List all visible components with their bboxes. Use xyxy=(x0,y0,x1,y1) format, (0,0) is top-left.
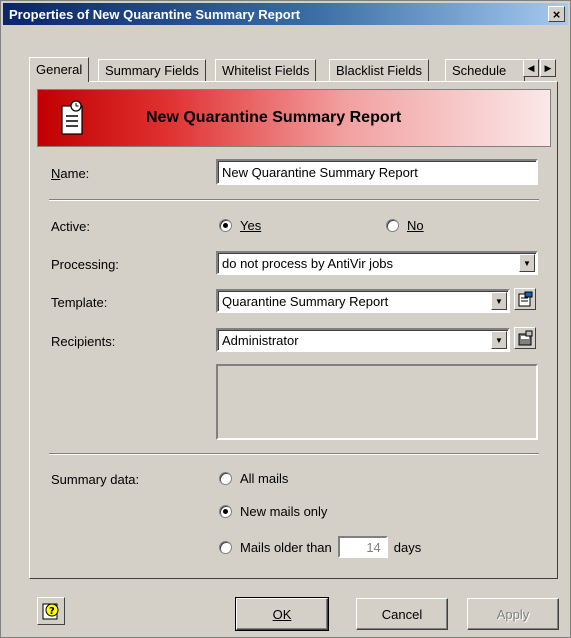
tab-scroll-left-button[interactable]: ◀ xyxy=(523,59,539,77)
template-properties-button[interactable] xyxy=(514,288,536,310)
help-button[interactable]: ? xyxy=(37,597,65,625)
recipients-value: Administrator xyxy=(222,333,299,348)
active-yes-label: Yes xyxy=(240,218,262,233)
tab-general[interactable]: General xyxy=(29,57,90,82)
summary-new-mails-radio[interactable]: New mails only xyxy=(219,504,327,519)
recipients-list[interactable] xyxy=(216,364,538,440)
properties-icon xyxy=(518,291,533,307)
name-label-rest: ame: xyxy=(60,166,90,181)
tab-label: Summary Fields xyxy=(105,63,199,78)
help-icon: ? xyxy=(42,603,59,620)
template-label: Template: xyxy=(51,295,108,310)
svg-text:?: ? xyxy=(49,606,55,617)
properties-dialog: Properties of New Quarantine Summary Rep… xyxy=(0,0,571,638)
tab-label: Schedule xyxy=(452,63,507,78)
chevron-down-icon[interactable]: ▼ xyxy=(519,254,535,272)
radio-unchecked-icon xyxy=(386,219,399,232)
radio-checked-icon xyxy=(219,505,232,518)
tab-summary-fields[interactable]: Summary Fields xyxy=(98,59,206,81)
apply-button[interactable]: Apply xyxy=(467,598,559,630)
summary-older-label: Mails older than xyxy=(240,539,332,555)
days-unit-label: days xyxy=(393,539,422,555)
tab-scroll-right-button[interactable]: ▶ xyxy=(540,59,556,77)
properties-icon xyxy=(518,330,533,346)
window-title: Properties of New Quarantine Summary Rep… xyxy=(9,6,301,22)
ok-label: OK xyxy=(272,606,292,622)
separator xyxy=(49,453,539,455)
tab-label: Whitelist Fields xyxy=(222,63,310,78)
name-label: Name: xyxy=(51,166,90,181)
cancel-button[interactable]: Cancel xyxy=(356,598,448,630)
name-input[interactable]: New Quarantine Summary Report xyxy=(216,159,538,185)
radio-checked-icon xyxy=(219,219,232,232)
processing-value: do not process by AntiVir jobs xyxy=(222,256,394,271)
active-yes-radio[interactable]: Yes xyxy=(219,218,261,233)
chevron-down-icon[interactable]: ▼ xyxy=(491,331,507,349)
active-label: Active: xyxy=(51,219,91,234)
template-select[interactable]: Quarantine Summary Report ▼ xyxy=(216,289,510,313)
summary-all-label: All mails xyxy=(240,471,289,486)
processing-label: Processing: xyxy=(51,257,119,272)
ok-button[interactable]: OK xyxy=(235,597,329,631)
days-input[interactable]: 14 xyxy=(337,536,388,558)
chevron-down-icon[interactable]: ▼ xyxy=(491,292,507,310)
template-value: Quarantine Summary Report xyxy=(222,294,389,309)
tab-whitelist-fields[interactable]: Whitelist Fields xyxy=(215,59,317,81)
recipients-properties-button[interactable] xyxy=(514,327,536,349)
radio-unchecked-icon xyxy=(219,540,232,554)
tab-strip: General Summary Fields Whitelist Fields … xyxy=(29,57,557,82)
report-icon xyxy=(61,100,83,135)
arrow-right-icon: ▶ xyxy=(544,62,552,73)
cancel-label: Cancel xyxy=(381,606,423,622)
active-no-label: No xyxy=(407,218,424,233)
apply-label: Apply xyxy=(496,606,530,622)
report-banner: New Quarantine Summary Report xyxy=(37,89,551,147)
recipients-label: Recipients: xyxy=(51,334,116,349)
close-icon: × xyxy=(552,6,561,22)
tab-blacklist-fields[interactable]: Blacklist Fields xyxy=(329,59,429,81)
processing-select[interactable]: do not process by AntiVir jobs ▼ xyxy=(216,251,538,275)
summary-all-mails-radio[interactable]: All mails xyxy=(219,471,288,486)
radio-unchecked-icon xyxy=(219,472,232,485)
title-bar: Properties of New Quarantine Summary Rep… xyxy=(3,3,568,25)
recipients-select[interactable]: Administrator ▼ xyxy=(216,328,510,352)
summary-new-label: New mails only xyxy=(240,504,328,519)
banner-title: New Quarantine Summary Report xyxy=(146,109,402,126)
separator xyxy=(49,199,539,201)
tab-schedule[interactable]: Schedule xyxy=(445,59,525,81)
tab-label: General xyxy=(36,62,83,77)
arrow-left-icon: ◀ xyxy=(527,62,535,73)
active-no-radio[interactable]: No xyxy=(386,218,424,233)
summary-data-label: Summary data: xyxy=(51,472,140,487)
close-button[interactable]: × xyxy=(548,6,565,22)
tab-label: Blacklist Fields xyxy=(336,63,422,78)
summary-older-radio[interactable]: Mails older than 14 days xyxy=(219,536,421,558)
